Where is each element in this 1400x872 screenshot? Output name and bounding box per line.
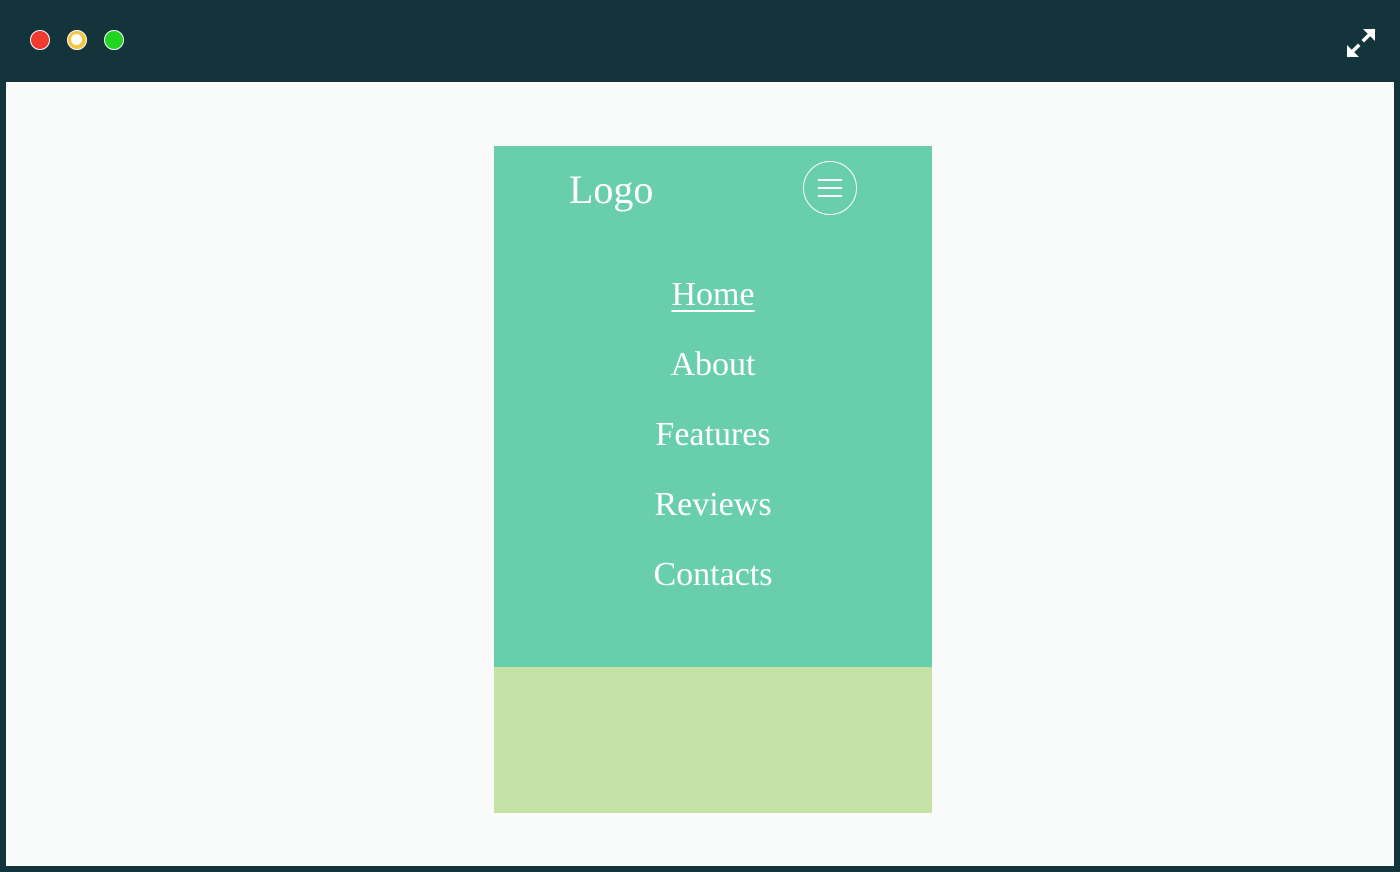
nav-item-contacts: Contacts (494, 550, 932, 620)
mobile-page-preview: Logo Home About Features Reviews Contact… (494, 146, 932, 813)
close-window-button[interactable] (30, 30, 50, 50)
nav-item-home: Home (494, 270, 932, 340)
site-logo[interactable]: Logo (569, 166, 653, 214)
nav-link-features[interactable]: Features (655, 416, 770, 453)
menu-bar-line (818, 179, 842, 181)
navigation-panel: Logo Home About Features Reviews Contact… (494, 146, 932, 667)
nav-item-features: Features (494, 410, 932, 480)
nav-menu: Home About Features Reviews Contacts (494, 270, 932, 620)
nav-item-about: About (494, 340, 932, 410)
nav-link-contacts[interactable]: Contacts (654, 556, 773, 593)
nav-link-about[interactable]: About (671, 346, 756, 383)
page-viewport: Logo Home About Features Reviews Contact… (6, 82, 1394, 866)
window-titlebar (0, 0, 1400, 82)
menu-bar-line (818, 187, 842, 189)
nav-item-reviews: Reviews (494, 480, 932, 550)
expand-arrows-icon[interactable] (1344, 26, 1378, 60)
nav-link-reviews[interactable]: Reviews (654, 486, 771, 523)
hamburger-menu-button[interactable] (803, 161, 857, 215)
content-area (494, 667, 932, 813)
menu-bar-line (818, 195, 842, 197)
nav-link-home[interactable]: Home (671, 276, 754, 313)
minimize-window-button[interactable] (67, 30, 87, 50)
maximize-window-button[interactable] (104, 30, 124, 50)
browser-window: Logo Home About Features Reviews Contact… (0, 0, 1400, 872)
